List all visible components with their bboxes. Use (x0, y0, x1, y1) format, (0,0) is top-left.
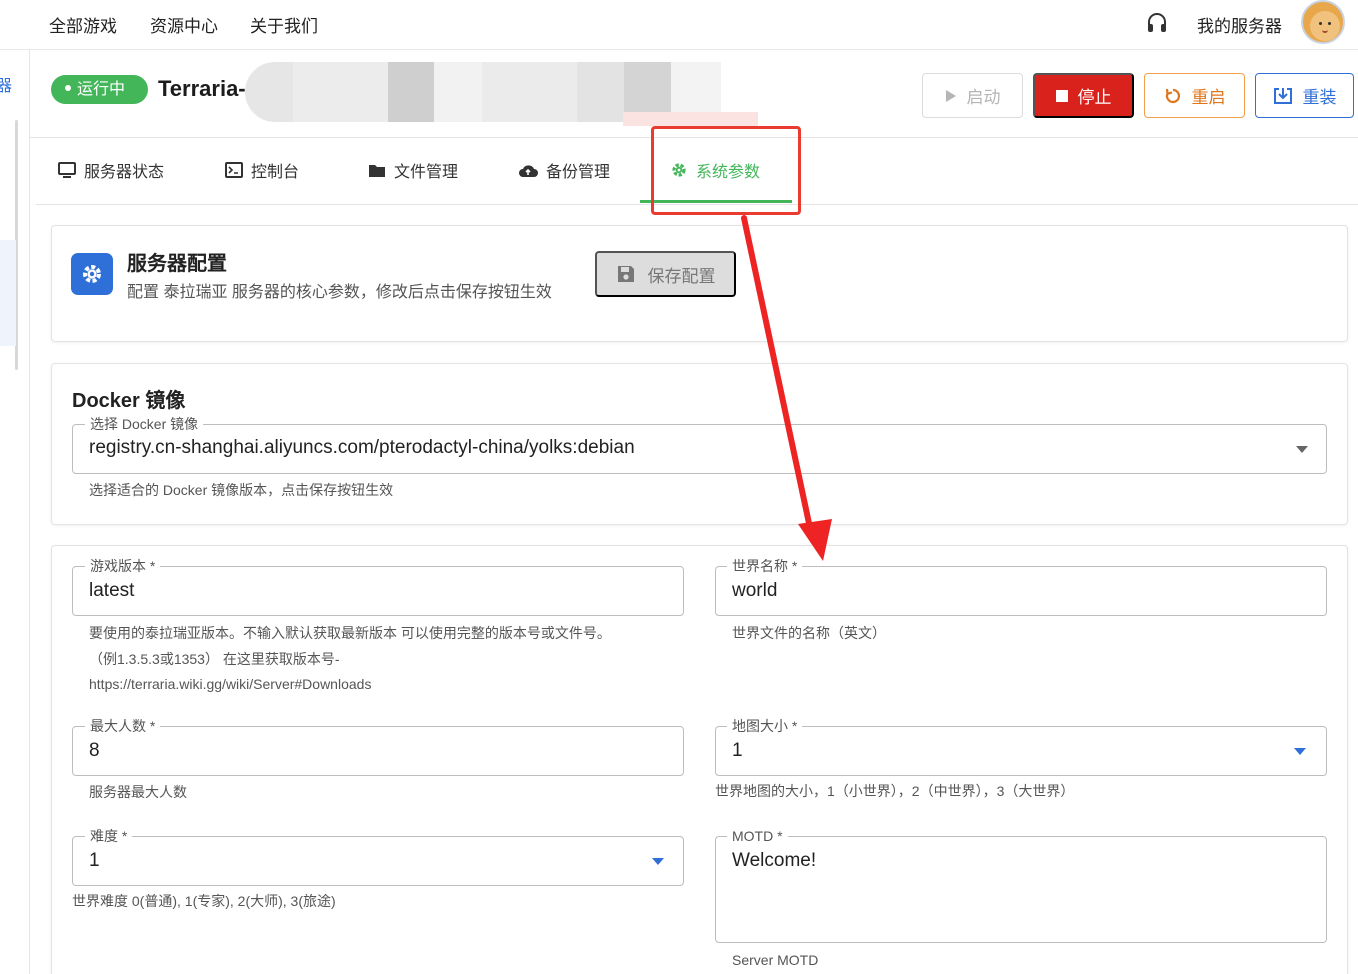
server-name: Terraria- (158, 76, 246, 101)
restart-button[interactable]: 重启 (1144, 73, 1245, 118)
stop-button[interactable]: 停止 (1033, 73, 1134, 118)
motd-value: Welcome! (732, 850, 817, 871)
max-players-input[interactable] (72, 726, 684, 776)
nav-link-all-games[interactable]: 全部游戏 (49, 12, 117, 37)
sidebar: 器 (0, 50, 30, 974)
game-version-help-1: 要使用的泰拉瑞亚版本。不输入默认获取最新版本 可以使用完整的版本号或文件号。 (89, 625, 611, 641)
reinstall-button[interactable]: 重装 (1255, 73, 1354, 118)
play-icon (945, 89, 956, 102)
game-version-value: latest (89, 580, 135, 601)
max-players-help: 服务器最大人数 (89, 784, 187, 800)
my-servers-link[interactable]: 我的服务器 (1197, 12, 1282, 37)
world-name-value: world (732, 580, 778, 601)
save-config-button[interactable]: 保存配置 (595, 251, 736, 297)
start-button[interactable]: 启动 (922, 73, 1023, 118)
annotation-box (651, 126, 801, 215)
game-version-label: 游戏版本 * (85, 558, 161, 574)
difficulty-help: 世界难度 0(普通), 1(专家), 2(大师), 3(旅途) (72, 893, 336, 909)
map-size-value: 1 (732, 740, 743, 761)
difficulty-label: 难度 * (85, 828, 133, 844)
floppy-disk-icon (617, 266, 634, 282)
world-name-input[interactable] (715, 566, 1327, 616)
download-icon (1273, 87, 1292, 104)
game-version-help-link[interactable]: https://terraria.wiki.gg/wiki/Server#Dow… (89, 671, 371, 697)
monitor-icon (58, 162, 76, 178)
docker-title: Docker 镜像 (72, 390, 186, 412)
chevron-down-icon[interactable] (652, 858, 664, 865)
sidebar-active-item[interactable] (0, 240, 16, 346)
docker-help: 选择适合的 Docker 镜像版本，点击保存按钮生效 (89, 482, 394, 498)
motd-label: MOTD * (727, 828, 788, 844)
cloud-upload-icon (519, 164, 538, 177)
avatar[interactable] (1301, 0, 1345, 44)
max-players-label: 最大人数 * (85, 718, 161, 734)
map-size-help: 世界地图的大小，1（小世界），2（中世界），3（大世界） (715, 783, 1075, 799)
motd-help: Server MOTD (732, 952, 819, 968)
game-version-input[interactable] (72, 566, 684, 616)
config-description: 配置 泰拉瑞亚 服务器的核心参数，修改后点击保存按钮生效 (127, 284, 552, 301)
headset-icon[interactable] (1146, 11, 1168, 35)
docker-image-value: registry.cn-shanghai.aliyuncs.com/pterod… (89, 437, 635, 458)
map-size-select[interactable] (715, 726, 1327, 776)
tab-console[interactable]: 控制台 (225, 158, 299, 182)
folder-icon (369, 164, 385, 177)
docker-image-label: 选择 Docker 镜像 (85, 416, 204, 432)
game-version-help-2: （例1.3.5.3或1353） 在这里获取版本号- (89, 651, 340, 667)
nav-link-resources[interactable]: 资源中心 (150, 12, 218, 37)
nav-link-about[interactable]: 关于我们 (250, 12, 318, 37)
tab-file-manager[interactable]: 文件管理 (368, 158, 458, 182)
chevron-down-icon[interactable] (1294, 748, 1306, 755)
restart-icon (1165, 88, 1180, 103)
map-size-label: 地图大小 * (727, 718, 803, 734)
top-nav: j 全部游戏 资源中心 关于我们 我的服务器 (0, 0, 1358, 50)
difficulty-select[interactable] (72, 836, 684, 886)
world-name-label: 世界名称 * (727, 558, 803, 574)
max-players-value: 8 (89, 740, 100, 761)
terminal-icon (225, 162, 243, 178)
settings-icon (71, 253, 113, 295)
stop-icon (1055, 89, 1068, 102)
avatar-face (1310, 11, 1340, 41)
tab-backup[interactable]: 备份管理 (518, 158, 610, 182)
chevron-down-icon[interactable] (1296, 446, 1308, 453)
tab-server-status[interactable]: 服务器状态 (58, 158, 164, 182)
world-name-help: 世界文件的名称（英文） (732, 625, 886, 641)
difficulty-value: 1 (89, 850, 100, 871)
status-badge: 运行中 (51, 75, 148, 104)
config-title: 服务器配置 (127, 253, 227, 275)
sidebar-edge-text: 器 (0, 78, 13, 95)
redacted-tint (623, 112, 758, 126)
